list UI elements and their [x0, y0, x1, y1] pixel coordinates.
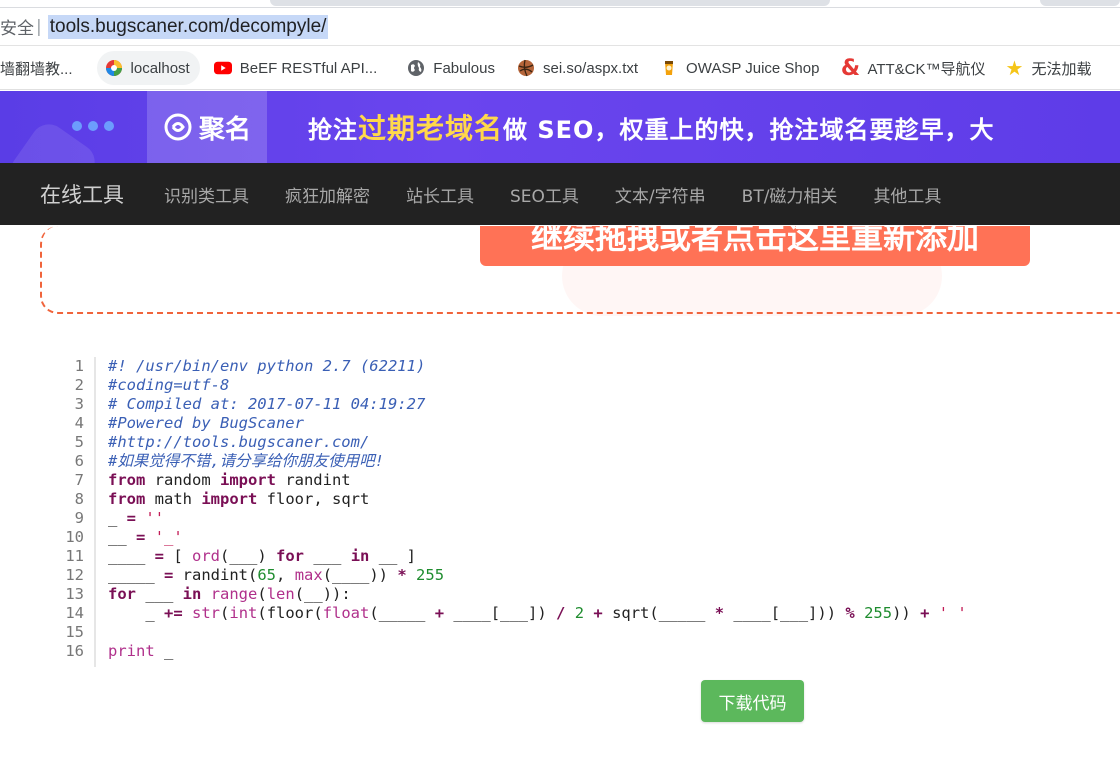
bookmark-label: ATT&CK™导航仪	[867, 60, 986, 78]
browser-tab[interactable]	[1040, 0, 1120, 6]
code-text: _ = ''	[108, 509, 165, 527]
code-text: from math import floor, sqrt	[108, 490, 370, 508]
bookmark-item[interactable]: & ATT&CK™导航仪	[833, 51, 995, 85]
line-number: 13	[65, 585, 84, 603]
code-text: #http://tools.bugscaner.com/	[108, 433, 370, 451]
bookmark-item[interactable]: OWASP Juice Shop	[652, 51, 829, 85]
line-number: 7	[74, 471, 84, 489]
code-text: _ += str(int(floor(float(_____ + ____[__…	[108, 604, 967, 622]
code-line: 8 from math import floor, sqrt	[58, 490, 1120, 509]
code-line: 14 _ += str(int(floor(float(_____ + ____…	[58, 604, 1120, 623]
code-line: 6 #如果觉得不错,请分享给你朋友使用吧!	[58, 452, 1120, 471]
code-line: 10 __ = '_'	[58, 528, 1120, 547]
code-text: _____ = randint(65, max(____)) * 255	[108, 566, 445, 584]
line-number: 14	[65, 604, 84, 622]
code-text: print _	[108, 642, 174, 660]
globe-icon	[407, 59, 425, 77]
line-number: 4	[74, 414, 84, 432]
line-number: 11	[65, 547, 84, 565]
code-text: # Compiled at: 2017-07-11 04:19:27	[108, 395, 426, 413]
line-number: 16	[65, 642, 84, 660]
line-number: 10	[65, 528, 84, 546]
browser-tab[interactable]	[270, 0, 830, 6]
dots-icon	[72, 121, 114, 131]
ball-icon	[517, 59, 535, 77]
line-number: 6	[74, 452, 84, 470]
bookmarks-bar: 墙翻墙教... localhost BeEF RESTful API... Fa…	[0, 47, 1120, 90]
nav-brand[interactable]: 在线工具	[40, 179, 124, 209]
bookmark-label: sei.so/aspx.txt	[543, 59, 639, 77]
nav-item-recognition[interactable]: 识别类工具	[164, 182, 249, 207]
code-line: 15	[58, 623, 1120, 642]
nav-item-text[interactable]: 文本/字符串	[615, 182, 706, 207]
line-number: 15	[65, 623, 84, 641]
code-line: 12 _____ = randint(65, max(____)) * 255	[58, 566, 1120, 585]
code-line: 3 # Compiled at: 2017-07-11 04:19:27	[58, 395, 1120, 414]
code-line: 16 print _	[58, 642, 1120, 661]
line-number: 9	[74, 509, 84, 527]
code-line: 7 from random import randint	[58, 471, 1120, 490]
youtube-icon	[213, 59, 232, 77]
logo-text: 聚名	[198, 114, 251, 145]
juice-icon	[660, 59, 678, 77]
bookmark-item[interactable]: Fabulous	[399, 51, 505, 85]
bookmark-label: OWASP Juice Shop	[686, 59, 820, 77]
address-divider: |	[36, 16, 42, 37]
code-line: 1 #! /usr/bin/env python 2.7 (62211)	[58, 357, 1120, 376]
code-text: __ = '_'	[108, 528, 183, 546]
star-icon: ★	[1005, 57, 1024, 80]
download-code-button[interactable]: 下载代码	[701, 680, 804, 722]
code-text: #! /usr/bin/env python 2.7 (62211)	[108, 357, 426, 375]
main-nav: 在线工具 识别类工具 疯狂加解密 站长工具 SEO工具 文本/字符串 BT/磁力…	[0, 163, 1120, 225]
code-line: 11 ____ = [ ord(___) for ___ in __ ]	[58, 547, 1120, 566]
url-text[interactable]: tools.bugscaner.com/decompyle/	[47, 14, 329, 39]
code-line: 9 _ = ''	[58, 509, 1120, 528]
bookmark-label: 无法加载	[1031, 60, 1092, 78]
brand-logo[interactable]: 聚名	[147, 91, 267, 163]
bookmark-label: 墙翻墙教...	[0, 60, 73, 78]
ampersand-icon: &	[840, 55, 861, 81]
line-number: 12	[65, 566, 84, 584]
nav-item-crypto[interactable]: 疯狂加解密	[285, 182, 370, 207]
bookmark-item[interactable]: ★ 无法加载	[998, 51, 1102, 85]
code-text: #如果觉得不错,请分享给你朋友使用吧!	[108, 452, 384, 470]
bookmark-item[interactable]: localhost	[96, 51, 200, 85]
re-add-file-button[interactable]: 继续拖拽或者点击这里重新添加	[480, 226, 1030, 266]
nav-item-webmaster[interactable]: 站长工具	[406, 182, 474, 207]
chrome-pinwheel-icon	[105, 59, 123, 77]
line-number: 1	[74, 357, 84, 375]
code-line: 5 #http://tools.bugscaner.com/	[58, 433, 1120, 452]
line-number: 3	[74, 395, 84, 413]
line-number: 8	[74, 490, 84, 508]
upload-dropzone[interactable]: 继续拖拽或者点击这里重新添加	[40, 226, 1120, 316]
nav-item-seo[interactable]: SEO工具	[510, 182, 579, 207]
bookmark-label: Fabulous	[433, 59, 495, 77]
bookmark-item[interactable]: BeEF RESTful API...	[206, 51, 388, 85]
nav-item-other[interactable]: 其他工具	[873, 182, 941, 207]
code-line: 13 for ___ in range(len(__)):	[58, 585, 1120, 604]
address-bar[interactable]: 安全 | tools.bugscaner.com/decompyle/	[0, 8, 1120, 46]
bookmark-label: localhost	[130, 59, 190, 77]
code-text: for ___ in range(len(__)):	[108, 585, 351, 603]
line-number: 5	[74, 433, 84, 451]
code-text: #coding=utf-8	[108, 376, 230, 394]
nav-item-bt[interactable]: BT/磁力相关	[742, 182, 838, 207]
bookmark-item[interactable]: sei.so/aspx.txt	[509, 51, 648, 85]
security-indicator[interactable]: 安全	[0, 14, 34, 39]
decompiled-code-view[interactable]: 1 #! /usr/bin/env python 2.7 (62211) 2 #cod…	[58, 357, 1120, 667]
bookmark-label: BeEF RESTful API...	[239, 59, 378, 77]
ad-banner[interactable]: 聚名 抢注过期老域名做 SEO，权重上的快，抢注域名要趁早，大	[0, 91, 1120, 163]
code-line: 2 #coding=utf-8	[58, 376, 1120, 395]
bookmark-item[interactable]: 墙翻墙教...	[0, 51, 83, 85]
tab-strip	[0, 0, 1120, 8]
logo-icon	[164, 113, 192, 141]
code-line: 4 #Powered by BugScaner	[58, 414, 1120, 433]
banner-slogan: 抢注过期老域名做 SEO，权重上的快，抢注域名要趁早，大	[308, 112, 995, 145]
code-text: ____ = [ ord(___) for ___ in __ ]	[108, 547, 417, 565]
code-text: #Powered by BugScaner	[108, 414, 304, 432]
line-number: 2	[74, 376, 84, 394]
code-text: from random import randint	[108, 471, 351, 489]
